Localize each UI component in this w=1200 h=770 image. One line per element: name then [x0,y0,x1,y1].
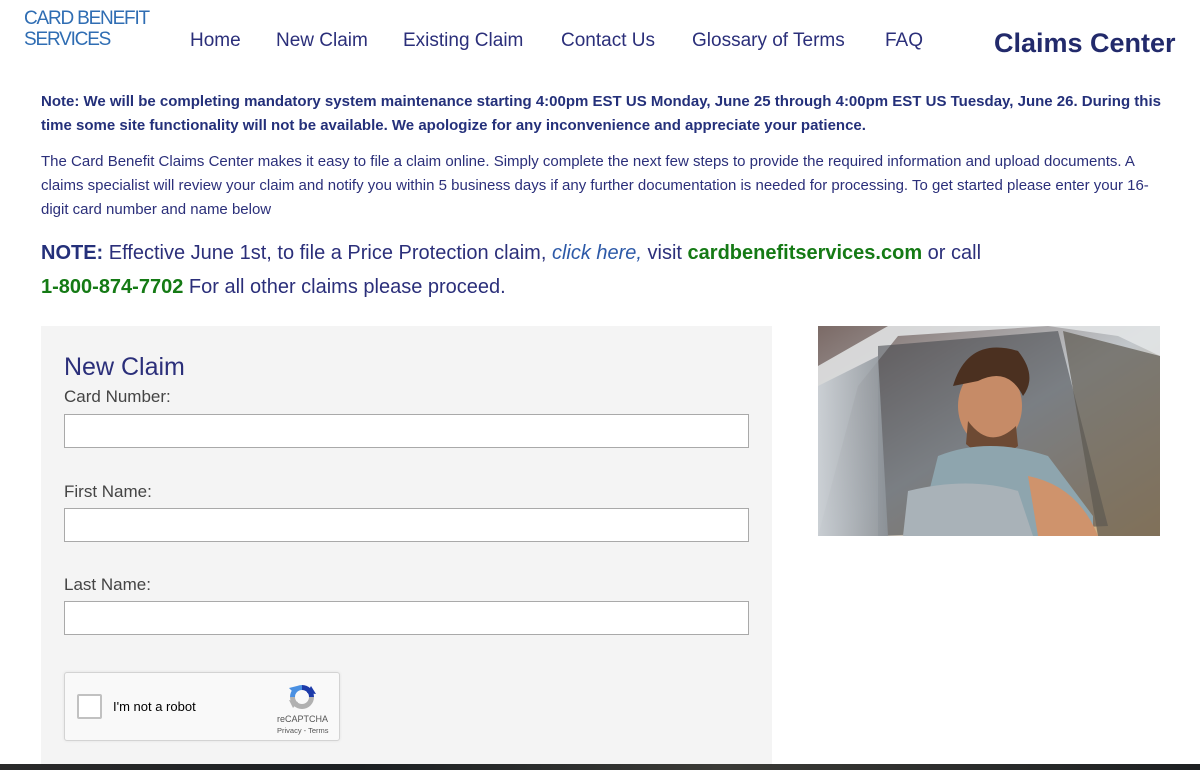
form-title: New Claim [64,353,185,381]
recaptcha-terms-link[interactable]: Terms [308,726,328,735]
note-text-1: Effective June 1st, to file a Price Prot… [103,242,552,264]
first-name-input[interactable] [64,508,749,542]
recaptcha-label: I'm not a robot [113,699,196,714]
first-name-label: First Name: [64,482,152,501]
recaptcha-widget: I'm not a robot reCAPTCHA Privacy - Term… [64,672,340,741]
site-header: CARD BENEFIT SERVICES Home New Claim Exi… [0,0,1200,80]
nav-new-claim[interactable]: New Claim [276,30,368,52]
website-link[interactable]: cardbenefitservices.com [688,242,923,264]
new-claim-form: New Claim Card Number: First Name: Last … [41,326,772,770]
note-text-4: For all other claims please proceed. [183,276,506,298]
note-text-3: or call [922,242,982,264]
click-here-link[interactable]: click here, [552,242,642,264]
logo-line-1: CARD BENEFIT [24,8,150,29]
logo-line-2: SERVICES [24,29,111,50]
phone-number-link[interactable]: 1-800-874-7702 [41,276,183,298]
intro-text: The Card Benefit Claims Center makes it … [41,153,1149,218]
last-name-label: Last Name: [64,575,151,594]
footer-background-strip [0,764,1200,770]
hero-photo [818,326,1160,536]
recaptcha-links: Privacy - Terms [277,726,329,735]
nav-contact-us[interactable]: Contact Us [561,30,655,52]
recaptcha-brand: reCAPTCHA [277,714,329,724]
recaptcha-logo-icon [289,685,316,709]
nav-glossary-of-terms[interactable]: Glossary of Terms [692,30,845,52]
nav-existing-claim[interactable]: Existing Claim [403,30,523,52]
recaptcha-privacy-link[interactable]: Privacy [277,726,302,735]
card-number-input[interactable] [64,414,749,448]
nav-faq[interactable]: FAQ [885,30,923,52]
price-protection-note: NOTE: Effective June 1st, to file a Pric… [41,236,1161,304]
last-name-input[interactable] [64,601,749,635]
photo-illustration [818,326,1160,536]
nav-home[interactable]: Home [190,30,241,52]
card-benefit-services-logo[interactable]: CARD BENEFIT SERVICES [24,8,150,50]
note-text-2: visit [641,242,688,264]
maintenance-notice: Note: We will be completing mandatory sy… [41,93,1161,134]
section-title: Claims Center [994,28,1176,58]
card-number-label: Card Number: [64,387,171,406]
recaptcha-checkbox[interactable] [77,694,102,719]
note-label: NOTE: [41,242,104,264]
